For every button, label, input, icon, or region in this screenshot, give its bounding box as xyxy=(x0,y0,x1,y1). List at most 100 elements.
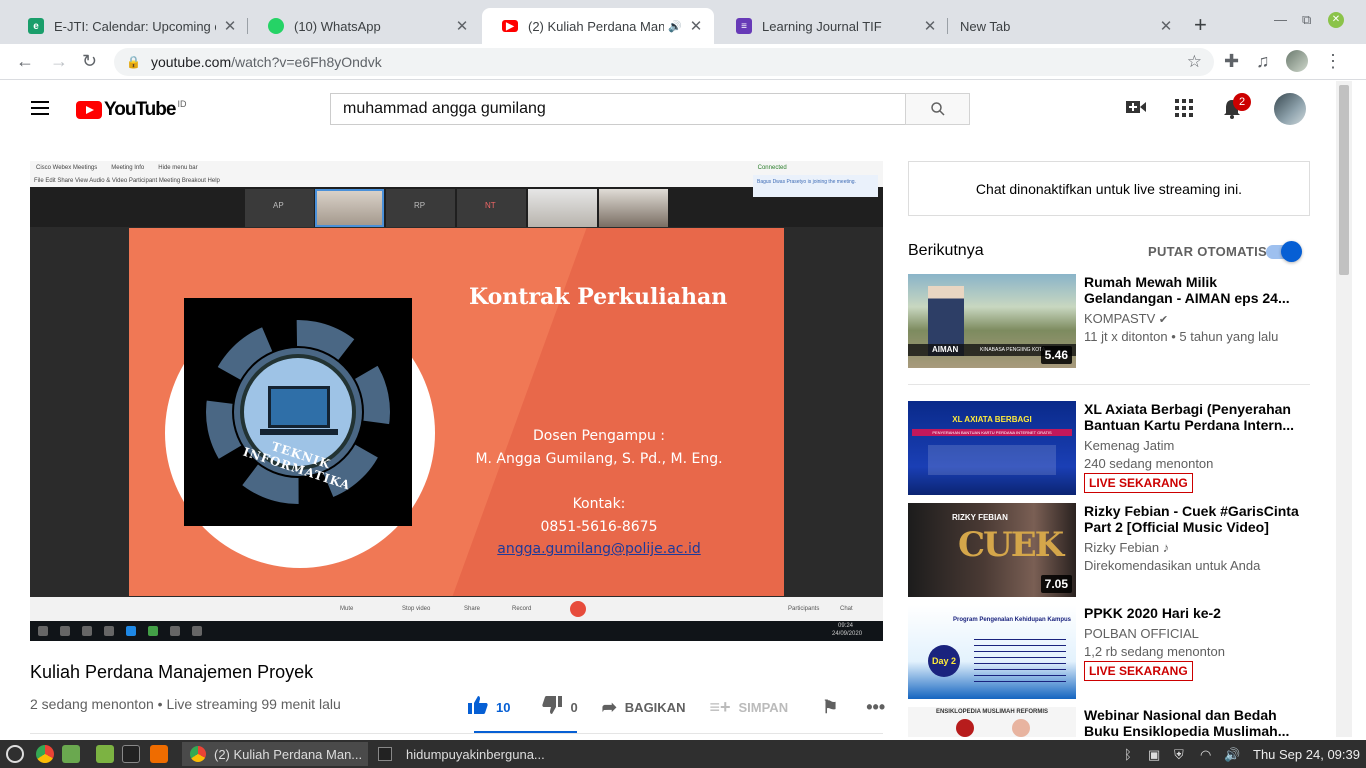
forms-favicon: ≡ xyxy=(736,18,752,34)
bluetooth-icon[interactable]: ᛒ xyxy=(1124,747,1132,762)
recommendation-title[interactable]: PPKK 2020 Hari ke-2 xyxy=(1084,605,1304,621)
save-button[interactable]: ≡+ SIMPAN xyxy=(709,697,788,718)
video-actions: 10 0 ➦ BAGIKAN ≡+ SIMPAN ⚑ ••• xyxy=(468,695,893,719)
tab-title: (2) Kuliah Perdana Manaje xyxy=(528,18,665,34)
files-launcher-icon[interactable] xyxy=(62,745,80,763)
dislike-button[interactable]: 0 xyxy=(542,695,578,719)
start-menu-icon[interactable] xyxy=(6,745,24,763)
taskbar-task-chrome[interactable]: (2) Kuliah Perdana Man... xyxy=(182,742,368,766)
notification-badge: 2 xyxy=(1233,93,1251,111)
whatsapp-favicon xyxy=(268,18,284,34)
participant-thumb: NT xyxy=(457,189,526,227)
media-control-icon[interactable]: ♫ xyxy=(1256,52,1270,70)
sublime-launcher-icon[interactable] xyxy=(150,745,168,763)
video-thumbnail[interactable]: RIZKY FEBIAN CUEK 7.05 xyxy=(908,503,1076,597)
country-code: ID xyxy=(177,99,187,109)
video-meta: 11 jt x ditonton • 5 tahun yang lalu xyxy=(1084,329,1279,344)
channel-name[interactable]: Kemenag Jatim xyxy=(1084,438,1174,453)
system-clock[interactable]: Thu Sep 24, 09:39 xyxy=(1253,747,1360,762)
close-icon[interactable]: ✕ xyxy=(1158,17,1174,35)
autoplay-toggle-knob[interactable] xyxy=(1281,241,1302,262)
wifi-icon[interactable]: ◠ xyxy=(1200,747,1211,763)
share-button[interactable]: ➦ BAGIKAN xyxy=(602,697,686,718)
recommendation-card[interactable]: RIZKY FEBIAN CUEK 7.05 Rizky Febian - Cu… xyxy=(908,503,1310,598)
address-bar[interactable]: 🔒 youtube.com /watch?v=e6Fh8yOndvk ☆ xyxy=(114,48,1214,76)
recommendation-title[interactable]: XL Axiata Berbagi (Penyerahan Bantuan Ka… xyxy=(1084,401,1304,433)
webex-record: Record xyxy=(512,606,532,612)
video-thumbnail[interactable]: Program Pengenalan Kehidupan Kampus Day … xyxy=(908,605,1076,699)
extensions-icon[interactable]: ✚ xyxy=(1224,52,1239,70)
chrome-launcher-icon[interactable] xyxy=(36,745,54,763)
browser-tab-youtube[interactable]: ▶ (2) Kuliah Perdana Manaje 🔊 ✕ xyxy=(482,8,714,44)
recommendation-card[interactable]: XL AXIATA BERBAGI PENYERAHAN BANTUAN KAR… xyxy=(908,401,1310,496)
recommendation-title[interactable]: Rumah Mewah Milik Gelandangan - AIMAN ep… xyxy=(1084,274,1304,306)
recommendation-card[interactable]: ENSIKLOPEDIA MUSLIMAH REFORMIS Webinar N… xyxy=(908,707,1310,737)
channel-name[interactable]: POLBAN OFFICIAL xyxy=(1084,626,1199,641)
youtube-favicon: ▶ xyxy=(502,20,518,32)
video-thumbnail[interactable]: AIMAN KINABASA PENGIING KOTA 5.46 xyxy=(908,274,1076,368)
recommendation-title[interactable]: Rizky Febian - Cuek #GarisCinta Part 2 [… xyxy=(1084,503,1304,535)
channel-name[interactable]: KOMPASTV ✔ xyxy=(1084,311,1168,326)
forward-icon[interactable]: → xyxy=(50,52,68,70)
close-icon[interactable]: ✕ xyxy=(688,17,704,35)
tab-title: (10) WhatsApp xyxy=(294,18,381,34)
volume-icon[interactable]: 🔊 xyxy=(1224,747,1240,763)
menu-icon[interactable] xyxy=(31,101,49,115)
folder-launcher-icon[interactable] xyxy=(96,745,114,763)
slide-contact-label: Kontak: xyxy=(572,496,626,512)
speaker-icon[interactable]: 🔊 xyxy=(668,20,682,33)
browser-tab-new[interactable]: New Tab ✕ xyxy=(940,8,1184,44)
youtube-header: YouTube ID muhammad angga gumilang 2 xyxy=(4,81,1336,137)
youtube-logo[interactable]: YouTube ID xyxy=(76,99,186,121)
video-meta: Direkomendasikan untuk Anda xyxy=(1084,558,1261,573)
new-tab-button[interactable]: + xyxy=(1194,14,1207,36)
maximize-icon[interactable]: ⧉ xyxy=(1302,12,1311,28)
video-meta: 1,2 rb sedang menonton xyxy=(1084,644,1225,659)
search-input[interactable]: muhammad angga gumilang xyxy=(330,93,906,125)
close-icon[interactable]: ✕ xyxy=(222,17,238,35)
apps-grid-icon[interactable] xyxy=(1175,99,1193,122)
participant-thumb: AP xyxy=(245,189,314,227)
recommendation-card[interactable]: AIMAN KINABASA PENGIING KOTA 5.46 Rumah … xyxy=(908,274,1310,369)
reload-icon[interactable]: ↻ xyxy=(82,52,97,70)
taskbar-task-terminal[interactable]: hidumpuyakinberguna... xyxy=(370,742,560,766)
playlist-add-icon: ≡+ xyxy=(709,696,731,717)
close-icon[interactable]: ✕ xyxy=(922,17,938,35)
slide-phone: 0851-5616-8675 xyxy=(540,519,658,535)
user-avatar[interactable] xyxy=(1274,93,1306,125)
video-taskbar-date: 24/09/2020 xyxy=(832,631,863,637)
browser-tab-whatsapp[interactable]: (10) WhatsApp ✕ xyxy=(248,8,480,44)
close-window-icon[interactable]: ✕ xyxy=(1328,12,1344,28)
slide-title: Kontrak Perkuliahan xyxy=(469,284,728,310)
more-actions-button[interactable]: ••• xyxy=(866,697,893,718)
video-thumbnail[interactable]: ENSIKLOPEDIA MUSLIMAH REFORMIS xyxy=(908,707,1076,737)
channel-name[interactable]: Rizky Febian ♪ xyxy=(1084,540,1169,555)
clipboard-icon[interactable]: ▣ xyxy=(1148,747,1160,763)
video-thumbnail[interactable]: XL AXIATA BERBAGI PENYERAHAN BANTUAN KAR… xyxy=(908,401,1076,495)
video-title: Kuliah Perdana Manajemen Proyek xyxy=(30,662,314,682)
profile-avatar[interactable] xyxy=(1286,50,1308,72)
browser-tab-ejti[interactable]: e E-JTI: Calendar: Upcoming ev ✕ xyxy=(8,8,248,44)
shield-icon[interactable]: ⛨ xyxy=(1174,747,1184,763)
browser-menu-icon[interactable]: ⋮ xyxy=(1324,52,1342,70)
browser-tab-learning-journal[interactable]: ≡ Learning Journal TIF ✕ xyxy=(716,8,948,44)
create-video-icon[interactable] xyxy=(1126,99,1146,120)
bookmark-star-icon[interactable]: ☆ xyxy=(1187,52,1202,72)
search-button[interactable] xyxy=(905,93,970,125)
minimize-icon[interactable]: — xyxy=(1274,12,1287,27)
report-flag-button[interactable]: ⚑ xyxy=(822,697,846,718)
video-player[interactable]: Cisco Webex Meetings Meeting Info Hide m… xyxy=(30,161,883,641)
webex-end-call-icon xyxy=(570,601,586,617)
back-icon[interactable]: ← xyxy=(16,52,34,70)
like-button[interactable]: 10 xyxy=(468,695,510,719)
webex-participants: Participants xyxy=(788,606,820,612)
participant-thumb-video xyxy=(599,189,668,227)
terminal-launcher-icon[interactable] xyxy=(122,745,140,763)
recommendation-title[interactable]: Webinar Nasional dan Bedah Buku Ensiklop… xyxy=(1084,707,1304,737)
slide-email: angga.gumilang@polije.ac.id xyxy=(497,541,701,557)
recommendation-card[interactable]: Program Pengenalan Kehidupan Kampus Day … xyxy=(908,605,1310,700)
participant-thumb-video xyxy=(528,189,597,227)
close-icon[interactable]: ✕ xyxy=(454,17,470,35)
page-scrollbar-thumb[interactable] xyxy=(1339,85,1349,275)
tab-title: New Tab xyxy=(960,18,1011,34)
